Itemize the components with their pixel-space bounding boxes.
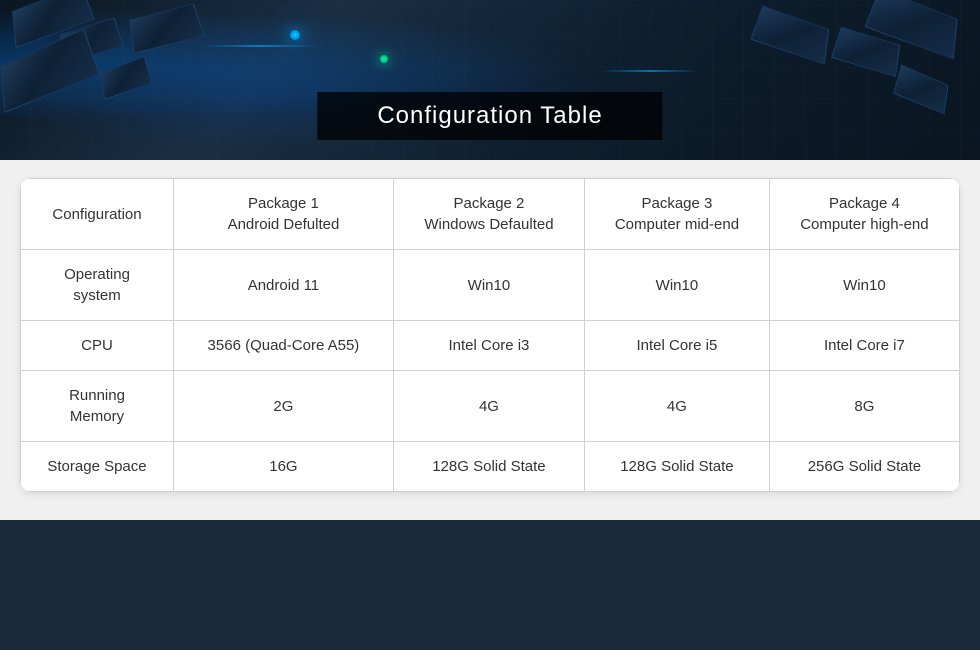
hero-section: Configuration Table [0, 0, 980, 160]
cell-os-pkg4: Win10 [769, 250, 959, 321]
table-section: Configuration Package 1 Android Defulted… [0, 160, 980, 520]
cell-ram-pkg4: 8G [769, 371, 959, 442]
label-cpu: CPU [21, 321, 174, 371]
cell-os-pkg1: Android 11 [174, 250, 394, 321]
header-package1: Package 1 Android Defulted [174, 179, 394, 250]
cell-storage-pkg3: 128G Solid State [585, 442, 770, 492]
label-running-memory: Running Memory [21, 371, 174, 442]
header-package2: Package 2 Windows Defaulted [393, 179, 584, 250]
cell-storage-pkg1: 16G [174, 442, 394, 492]
cell-storage-pkg2: 128G Solid State [393, 442, 584, 492]
cell-ram-pkg2: 4G [393, 371, 584, 442]
table-row: Operating system Android 11 Win10 Win10 … [21, 250, 960, 321]
cell-cpu-pkg2: Intel Core i3 [393, 321, 584, 371]
table-row: Storage Space 16G 128G Solid State 128G … [21, 442, 960, 492]
cell-os-pkg3: Win10 [585, 250, 770, 321]
configuration-table: Configuration Package 1 Android Defulted… [20, 178, 960, 492]
label-operating-system: Operating system [21, 250, 174, 321]
cell-cpu-pkg4: Intel Core i7 [769, 321, 959, 371]
header-package4: Package 4 Computer high-end [769, 179, 959, 250]
header-package3: Package 3 Computer mid-end [585, 179, 770, 250]
cell-ram-pkg3: 4G [585, 371, 770, 442]
cell-cpu-pkg1: 3566 (Quad-Core A55) [174, 321, 394, 371]
label-storage: Storage Space [21, 442, 174, 492]
cell-os-pkg2: Win10 [393, 250, 584, 321]
table-row: Running Memory 2G 4G 4G 8G [21, 371, 960, 442]
header-configuration: Configuration [21, 179, 174, 250]
cell-ram-pkg1: 2G [174, 371, 394, 442]
table-row: CPU 3566 (Quad-Core A55) Intel Core i3 I… [21, 321, 960, 371]
cell-storage-pkg4: 256G Solid State [769, 442, 959, 492]
cell-cpu-pkg3: Intel Core i5 [585, 321, 770, 371]
page-title: Configuration Table [317, 92, 662, 140]
table-header-row: Configuration Package 1 Android Defulted… [21, 179, 960, 250]
